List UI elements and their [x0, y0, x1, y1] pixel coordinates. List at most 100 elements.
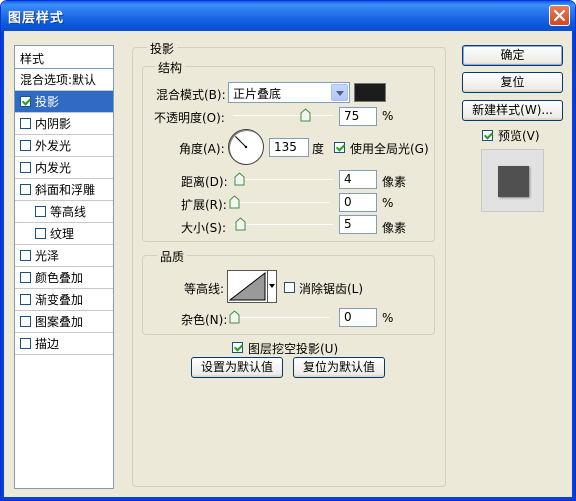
- style-item-checkbox[interactable]: [20, 338, 31, 349]
- distance-slider[interactable]: [233, 172, 333, 188]
- size-slider[interactable]: [233, 217, 333, 233]
- style-item-checkbox[interactable]: [35, 228, 46, 239]
- angle-dial[interactable]: [228, 129, 264, 165]
- size-input[interactable]: 5: [339, 215, 377, 234]
- make-default-button[interactable]: 设置为默认值: [191, 357, 283, 378]
- style-item-label: 斜面和浮雕: [35, 183, 96, 197]
- style-item[interactable]: 渐变叠加: [15, 289, 113, 311]
- noise-slider[interactable]: [229, 310, 329, 326]
- distance-slider-track: [233, 179, 333, 180]
- blend-mode-select[interactable]: 正片叠底: [228, 82, 350, 103]
- opacity-slider[interactable]: [233, 108, 333, 124]
- slider-thumb-icon[interactable]: [300, 108, 311, 122]
- style-item[interactable]: 描边: [15, 333, 113, 355]
- style-item-checkbox[interactable]: [20, 272, 31, 283]
- style-item-checkbox[interactable]: [20, 162, 31, 173]
- global-light-checkbox[interactable]: [334, 142, 345, 153]
- angle-dial-icon: [235, 136, 248, 149]
- style-item-checkbox[interactable]: [20, 96, 31, 107]
- style-item[interactable]: 光泽: [15, 245, 113, 267]
- window-frame-right: [572, 31, 575, 500]
- opacity-input[interactable]: 75: [339, 107, 377, 126]
- title-bar[interactable]: 图层样式: [1, 1, 575, 31]
- new-style-button[interactable]: 新建样式(W)...: [462, 100, 563, 121]
- contour-dropdown-button[interactable]: [268, 270, 277, 303]
- style-item-checkbox[interactable]: [20, 294, 31, 305]
- style-item-checkbox[interactable]: [20, 250, 31, 261]
- contour-picker[interactable]: [227, 270, 268, 303]
- style-item[interactable]: 斜面和浮雕: [15, 179, 113, 201]
- anti-alias-label[interactable]: 消除锯齿(L): [299, 280, 363, 297]
- style-item[interactable]: 内发光: [15, 157, 113, 179]
- style-item-checkbox[interactable]: [20, 184, 31, 195]
- close-icon: [554, 10, 565, 21]
- preview-label[interactable]: 预览(V): [498, 127, 540, 144]
- style-list: 样式 混合选项:默认 投影内阴影外发光内发光斜面和浮雕等高线 纹理光泽颜色叠加渐变…: [14, 45, 114, 489]
- style-item[interactable]: 纹理: [15, 223, 113, 245]
- preview-shape: [498, 166, 529, 197]
- style-item-label: 投影: [35, 95, 60, 109]
- style-item-label: 内阴影: [35, 117, 72, 131]
- style-item-label: 图案叠加: [35, 315, 84, 329]
- style-items: 投影内阴影外发光内发光斜面和浮雕等高线 纹理光泽颜色叠加渐变叠加图案叠加描边: [15, 91, 113, 355]
- preview-checkbox[interactable]: [482, 130, 493, 141]
- knockout-label[interactable]: 图层挖空投影(U): [248, 340, 338, 357]
- style-item-label: 外发光: [35, 139, 72, 153]
- blend-mode-label: 混合模式(B):: [156, 88, 226, 102]
- angle-input[interactable]: 135: [269, 138, 309, 157]
- global-light-label[interactable]: 使用全局光(G): [350, 140, 429, 157]
- quality-title: 品质: [157, 248, 188, 265]
- noise-input[interactable]: 0: [339, 308, 377, 327]
- blend-mode-value: 正片叠底: [233, 87, 282, 101]
- size-label: 大小(S):: [181, 221, 227, 235]
- angle-unit: 度: [312, 142, 325, 156]
- distance-input[interactable]: 4: [339, 170, 377, 189]
- style-item[interactable]: 颜色叠加: [15, 267, 113, 289]
- window-frame-bottom: [1, 497, 575, 500]
- size-slider-track: [233, 224, 333, 225]
- contour-label: 等高线:: [184, 282, 225, 296]
- style-item-checkbox[interactable]: [20, 118, 31, 129]
- size-unit: 像素: [382, 221, 407, 235]
- opacity-label: 不透明度(O):: [154, 111, 225, 125]
- spread-input[interactable]: 0: [339, 193, 377, 212]
- slider-thumb-icon[interactable]: [235, 217, 246, 231]
- blend-options-item[interactable]: 混合选项:默认: [15, 69, 113, 91]
- spread-label: 扩展(R):: [181, 198, 227, 212]
- style-item[interactable]: 等高线: [15, 201, 113, 223]
- chevron-down-icon[interactable]: [331, 84, 348, 101]
- slider-thumb-icon[interactable]: [229, 195, 240, 209]
- reset-button[interactable]: 复位: [462, 72, 563, 93]
- style-item[interactable]: 图案叠加: [15, 311, 113, 333]
- opacity-unit: %: [382, 109, 394, 123]
- structure-title: 结构: [155, 59, 186, 76]
- distance-unit: 像素: [382, 175, 407, 189]
- noise-slider-track: [229, 317, 329, 318]
- anti-alias-checkbox[interactable]: [284, 282, 295, 293]
- style-item-label: 描边: [35, 337, 60, 351]
- reset-default-button[interactable]: 复位为默认值: [293, 357, 385, 378]
- distance-label: 距离(D):: [181, 175, 228, 189]
- slider-thumb-icon[interactable]: [229, 310, 240, 324]
- style-item[interactable]: 内阴影: [15, 113, 113, 135]
- style-item-label: 渐变叠加: [35, 293, 84, 307]
- slider-thumb-icon[interactable]: [234, 172, 245, 186]
- shadow-color-swatch[interactable]: [354, 83, 386, 102]
- style-item-label: 内发光: [35, 161, 72, 175]
- close-button[interactable]: [549, 5, 570, 26]
- window-title: 图层样式: [8, 11, 65, 26]
- style-item-checkbox[interactable]: [20, 140, 31, 151]
- angle-label: 角度(A):: [179, 142, 225, 156]
- ok-button[interactable]: 确定: [462, 45, 563, 66]
- style-item[interactable]: 外发光: [15, 135, 113, 157]
- spread-slider[interactable]: [229, 195, 329, 211]
- drop-shadow-title: 投影: [147, 40, 178, 57]
- preview-thumbnail: [481, 149, 544, 212]
- style-list-header[interactable]: 样式: [15, 46, 113, 69]
- style-item-label: 光泽: [35, 249, 60, 263]
- style-item-checkbox[interactable]: [20, 316, 31, 327]
- style-item-checkbox[interactable]: [35, 206, 46, 217]
- style-item[interactable]: 投影: [15, 91, 113, 113]
- knockout-checkbox[interactable]: [232, 342, 243, 353]
- window-frame-left: [1, 31, 4, 500]
